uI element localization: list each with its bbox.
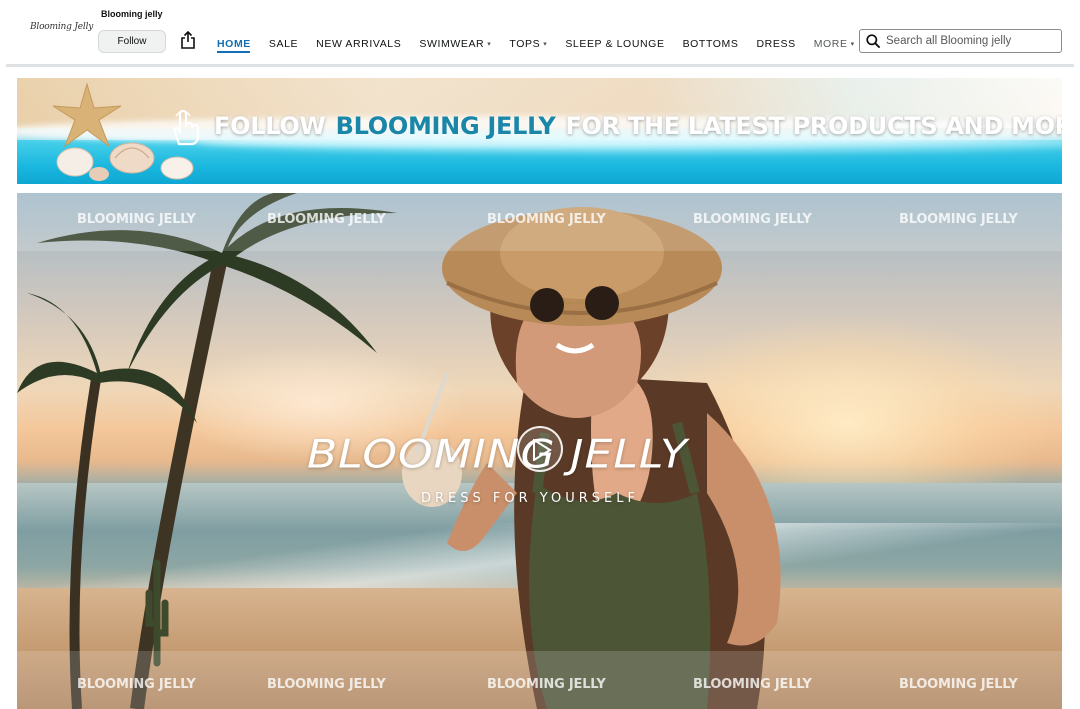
nav-item-label: SLEEP & LOUNGE <box>565 38 665 50</box>
nav-item-more[interactable]: MORE ▾ <box>814 36 855 52</box>
share-icon[interactable] <box>180 30 196 49</box>
brand-watermark: BLOOMING JELLY <box>899 677 1018 692</box>
search-icon[interactable] <box>866 34 880 48</box>
brand-watermark: BLOOMING JELLY <box>487 677 606 692</box>
brand-watermark: BLOOMING JELLY <box>487 212 606 227</box>
nav-item-home[interactable]: HOME <box>217 36 251 52</box>
brand-watermark: BLOOMING JELLY <box>267 212 386 227</box>
nav-item-swimwear[interactable]: SWIMWEAR ▾ <box>419 36 491 52</box>
nav-item-label: SWIMWEAR <box>419 38 485 50</box>
active-tab-indicator <box>217 51 250 53</box>
hero-brand-logo: BLOOMING JELLY <box>307 431 689 478</box>
store-logo[interactable]: Blooming Jelly <box>30 22 93 40</box>
promo-text-follow: FOLLOW <box>214 112 326 140</box>
caret-down-icon: ▾ <box>543 41 548 48</box>
nav-item-label: SALE <box>268 38 299 50</box>
play-icon <box>533 439 552 461</box>
nav-item-label: DRESS <box>756 38 796 50</box>
nav-item-dress[interactable]: DRESS <box>757 36 796 52</box>
header-divider <box>6 64 1074 67</box>
brand-watermark: BLOOMING JELLY <box>693 677 812 692</box>
store-search-box[interactable] <box>859 29 1062 53</box>
caret-down-icon: ▾ <box>487 41 492 48</box>
caret-down-icon: ▾ <box>850 41 855 48</box>
follow-button[interactable]: Follow <box>98 30 166 53</box>
nav-item-bottoms[interactable]: BOTTOMS <box>683 36 739 52</box>
brand-watermark: BLOOMING JELLY <box>693 212 812 227</box>
brand-watermark: BLOOMING JELLY <box>267 677 386 692</box>
hero-video-banner[interactable]: BLOOMING JELLY BLOOMING JELLY BLOOMING J… <box>17 193 1062 709</box>
hero-tagline: DRESS FOR YOURSELF <box>421 491 639 506</box>
store-nav: HOME SALE NEW ARRIVALS SWIMWEAR ▾ TOPS ▾ S… <box>217 36 873 52</box>
promo-text-tail: FOR THE LATEST PRODUCTS AND MORE! <box>565 112 1062 140</box>
nav-item-label: MORE <box>813 38 848 50</box>
brand-watermark: BLOOMING JELLY <box>899 212 1018 227</box>
promo-text-brand: BLOOMING JELLY <box>335 112 556 140</box>
nav-item-new-arrivals[interactable]: NEW ARRIVALS <box>316 36 401 52</box>
store-brand-name[interactable]: Blooming jelly <box>101 9 163 19</box>
nav-item-label: HOME <box>217 38 251 50</box>
pointing-hand-icon <box>173 109 200 146</box>
brand-watermark: BLOOMING JELLY <box>77 212 196 227</box>
brand-watermark: BLOOMING JELLY <box>77 677 196 692</box>
nav-item-sale[interactable]: SALE <box>269 36 298 52</box>
promo-headline: FOLLOW BLOOMING JELLY FOR THE LATEST PRO… <box>214 112 1062 140</box>
nav-item-tops[interactable]: TOPS ▾ <box>509 36 547 52</box>
follow-promo-banner[interactable]: FOLLOW BLOOMING JELLY FOR THE LATEST PRO… <box>17 78 1062 184</box>
search-input[interactable] <box>886 35 1056 47</box>
nav-item-label: TOPS <box>509 38 541 50</box>
video-play-button[interactable] <box>517 426 563 472</box>
nav-item-label: NEW ARRIVALS <box>316 38 402 50</box>
store-header: Blooming Jelly Blooming jelly Follow HOM… <box>0 0 1080 67</box>
nav-item-sleep-lounge[interactable]: SLEEP & LOUNGE <box>565 36 664 52</box>
nav-item-label: BOTTOMS <box>682 38 739 50</box>
